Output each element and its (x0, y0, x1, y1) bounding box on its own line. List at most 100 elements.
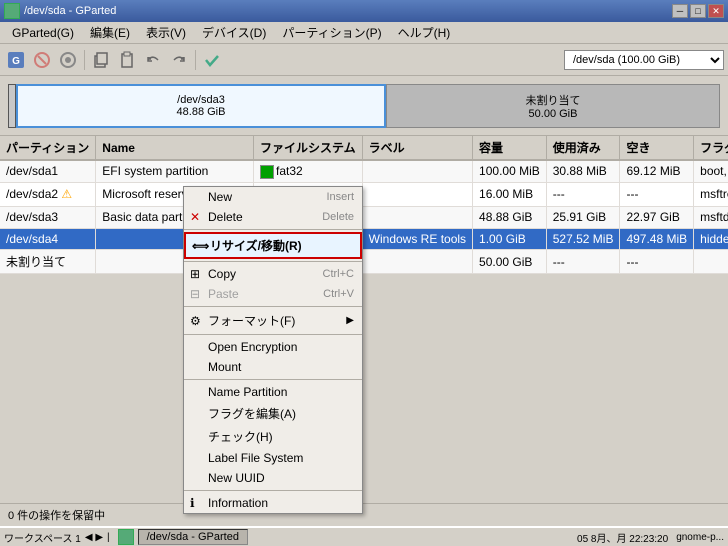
table-row[interactable]: /dev/sda2 ⚠ Microsoft reserved partition… (0, 182, 728, 206)
cell-used: 30.88 MiB (546, 160, 620, 182)
ctx-paste-shortcut: Ctrl+V (323, 288, 354, 300)
cell-partition: /dev/sda3 (0, 206, 96, 228)
ctx-flags-label: フラグを編集(A) (208, 405, 296, 422)
cell-flags: boot, esp, no_automount (694, 160, 728, 182)
cell-label (362, 160, 472, 182)
ctx-sep3 (184, 306, 362, 307)
menu-view[interactable]: 表示(V) (138, 22, 194, 43)
ctx-check-label: チェック(H) (208, 428, 273, 445)
ctx-format-label: フォーマット(F) (208, 312, 295, 329)
context-menu: New Insert ✕ Delete Delete ⟺ リサイズ/移動(R) … (183, 186, 363, 514)
copy-icon: ⊞ (190, 267, 200, 281)
toolbar-paste[interactable] (115, 48, 139, 72)
workspace-arrows[interactable]: ◀ ▶ (85, 532, 103, 543)
ctx-resize[interactable]: ⟺ リサイズ/移動(R) (184, 232, 362, 259)
maximize-button[interactable]: □ (690, 4, 706, 18)
cell-used: --- (546, 182, 620, 206)
toolbar-apply[interactable] (200, 48, 224, 72)
cell-used: 527.52 MiB (546, 228, 620, 250)
toolbar-undo[interactable] (30, 48, 54, 72)
taskbar-separator: | (107, 532, 110, 543)
cell-used: 25.91 GiB (546, 206, 620, 228)
ctx-sep4 (184, 334, 362, 335)
col-partition: パーティション (0, 136, 96, 160)
cell-flags: hidden, diag, no_automount (694, 228, 728, 250)
ctx-information-label: Information (208, 496, 268, 510)
partition-visual: /dev/sda3 48.88 GiB 未割り当て 50.00 GiB (0, 76, 728, 136)
cell-name: EFI system partition (96, 160, 254, 182)
ctx-new-label: New (208, 190, 232, 204)
ctx-delete[interactable]: ✕ Delete Delete (184, 207, 362, 227)
status-bar: 0 件の操作を保留中 (0, 503, 728, 526)
unalloc-label: 未割り当て (526, 92, 581, 108)
partition-table: パーティション Name ファイルシステム ラベル 容量 使用済み 空き フラグ… (0, 136, 728, 274)
cell-free: --- (620, 182, 694, 206)
partition-sda3-block[interactable]: /dev/sda3 48.88 GiB (16, 84, 386, 128)
table-header-row: パーティション Name ファイルシステム ラベル 容量 使用済み 空き フラグ (0, 136, 728, 160)
ctx-name-partition-label: Name Partition (208, 385, 287, 399)
col-free: 空き (620, 136, 694, 160)
format-icon: ⚙ (190, 314, 201, 328)
ctx-label-fs[interactable]: Label File System (184, 448, 362, 468)
paste-icon: ⊟ (190, 287, 200, 301)
table-body: /dev/sda1 EFI system partition fat32 100… (0, 160, 728, 274)
sda3-size: 48.88 GiB (177, 106, 226, 118)
cell-size: 50.00 GiB (473, 250, 547, 274)
device-selector[interactable]: /dev/sda (100.00 GiB) (564, 50, 724, 70)
ctx-paste[interactable]: ⊟ Paste Ctrl+V (184, 284, 362, 304)
toolbar-redo[interactable] (167, 48, 191, 72)
ctx-mount[interactable]: Mount (184, 357, 362, 377)
ctx-format[interactable]: ⚙ フォーマット(F) ▶ (184, 309, 362, 332)
toolbar-undo2[interactable] (141, 48, 165, 72)
toolbar-sep1 (84, 50, 85, 70)
ctx-resize-label: リサイズ/移動(R) (210, 237, 302, 254)
menu-partition[interactable]: パーティション(P) (274, 22, 389, 43)
window-title: /dev/sda - GParted (24, 5, 116, 17)
status-text: 0 件の操作を保留中 (8, 510, 105, 522)
cell-partition: /dev/sda4 (0, 228, 96, 250)
cell-size: 48.88 GiB (473, 206, 547, 228)
ctx-open-encryption[interactable]: Open Encryption (184, 337, 362, 357)
ctx-new[interactable]: New Insert (184, 187, 362, 207)
taskbar-time: 05 8月、月 22:23:20 (577, 530, 668, 545)
menu-help[interactable]: ヘルプ(H) (390, 22, 459, 43)
menu-gparted[interactable]: GParted(G) (4, 24, 82, 42)
cell-size: 100.00 MiB (473, 160, 547, 182)
toolbar-copy[interactable] (89, 48, 113, 72)
cell-free: 69.12 MiB (620, 160, 694, 182)
minimize-button[interactable]: ─ (672, 4, 688, 18)
submenu-arrow: ▶ (346, 315, 354, 326)
ctx-paste-label: Paste (208, 287, 239, 301)
menu-edit[interactable]: 編集(E) (82, 22, 138, 43)
ctx-sep6 (184, 490, 362, 491)
resize-icon: ⟺ (192, 239, 209, 253)
table-row[interactable]: /dev/sda3 Basic data partition ntfs 48.8… (0, 206, 728, 228)
ctx-flags[interactable]: フラグを編集(A) (184, 402, 362, 425)
cell-size: 1.00 GiB (473, 228, 547, 250)
window-controls[interactable]: ─ □ ✕ (672, 4, 724, 18)
menu-device[interactable]: デバイス(D) (194, 22, 274, 43)
table-row[interactable]: /dev/sda1 EFI system partition fat32 100… (0, 160, 728, 182)
ctx-copy[interactable]: ⊞ Copy Ctrl+C (184, 264, 362, 284)
ctx-check[interactable]: チェック(H) (184, 425, 362, 448)
ctx-name-partition[interactable]: Name Partition (184, 382, 362, 402)
ctx-new-uuid[interactable]: New UUID (184, 468, 362, 488)
menu-bar: GParted(G) 編集(E) 表示(V) デバイス(D) パーティション(P… (0, 22, 728, 44)
col-size: 容量 (473, 136, 547, 160)
table-row[interactable]: 未割り当て 50.00 GiB --- --- (0, 250, 728, 274)
toolbar-gparted[interactable]: G (4, 48, 28, 72)
taskbar-app-label: /dev/sda - GParted (147, 531, 239, 543)
cell-partition: 未割り当て (0, 250, 96, 274)
taskbar-app-button[interactable]: /dev/sda - GParted (138, 529, 248, 545)
cell-free: 22.97 GiB (620, 206, 694, 228)
ctx-sep2 (184, 261, 362, 262)
close-button[interactable]: ✕ (708, 4, 724, 18)
toolbar-btn3[interactable] (56, 48, 80, 72)
table-row[interactable]: /dev/sda4 ntfs Windows RE tools 1.00 GiB… (0, 228, 728, 250)
partition-unalloc-block[interactable]: 未割り当て 50.00 GiB (386, 84, 720, 128)
ctx-sep1 (184, 229, 362, 230)
taskbar-workspace: ワークスペース 1 (4, 530, 81, 545)
ctx-information[interactable]: ℹ Information (184, 493, 362, 513)
ctx-copy-label: Copy (208, 267, 236, 281)
partition-table-container: パーティション Name ファイルシステム ラベル 容量 使用済み 空き フラグ… (0, 136, 728, 274)
